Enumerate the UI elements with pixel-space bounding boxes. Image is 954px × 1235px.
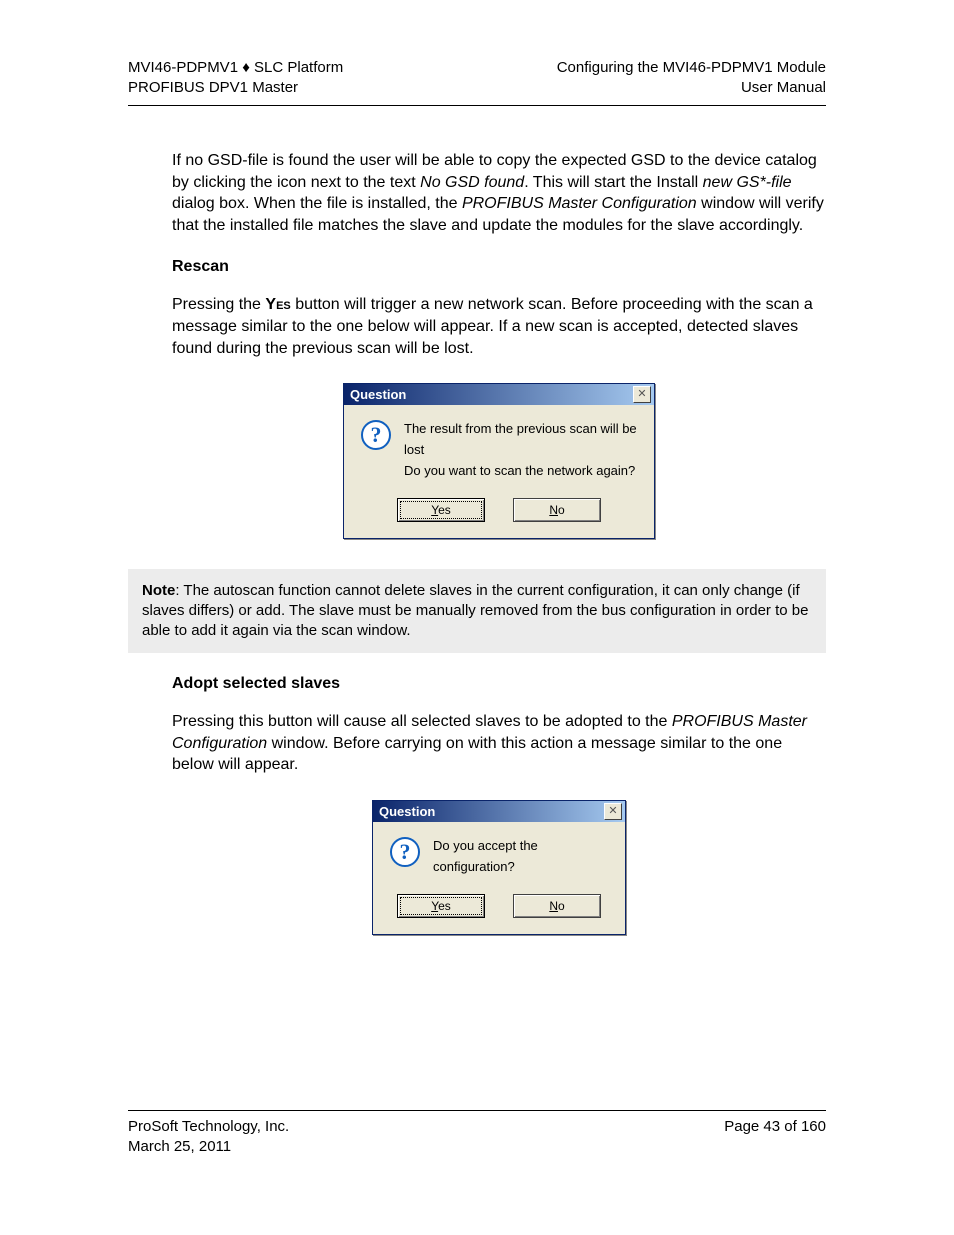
page-footer: ProSoft Technology, Inc. March 25, 2011 … [128,1110,826,1158]
no-button[interactable]: No [513,894,601,918]
footer-left: ProSoft Technology, Inc. March 25, 2011 [128,1117,289,1158]
dialog2-buttons: Yes No [373,888,625,934]
dialog1-body: ? The result from the previous scan will… [344,405,654,491]
dialog2-message: Do you accept the configuration? [433,836,609,878]
close-icon[interactable]: ✕ [604,803,622,820]
footer-company: ProSoft Technology, Inc. [128,1117,289,1137]
dialog2-no-mn: N [549,899,558,913]
adopt-t1: Pressing this button will cause all sele… [172,713,672,730]
dialog2-wrap: Question ✕ ? Do you accept the configura… [172,800,826,935]
note-label: Note [142,582,175,599]
header-left-line2: PROFIBUS DPV1 Master [128,78,343,98]
dialog1-yes-rest: es [438,503,451,517]
dialog1-title: Question [350,387,406,402]
svg-text:?: ? [400,839,411,864]
question-icon: ? [360,419,392,451]
footer-row: ProSoft Technology, Inc. March 25, 2011 … [128,1117,826,1158]
para1-t2: . This will start the Install [524,174,702,191]
header-left-line1a: MVI46-PDPMV1 [128,59,242,76]
note-text: : The autoscan function cannot delete sl… [142,582,808,640]
rescan-yes-ref: Yes [265,296,290,313]
dialog1-buttons: Yes No [344,492,654,538]
header-left-line1b: SLC Platform [250,59,343,76]
header-left: MVI46-PDPMV1 ♦ SLC Platform PROFIBUS DPV… [128,58,343,97]
adopt-heading: Adopt selected slaves [172,675,826,693]
para1-i3: PROFIBUS Master Configuration [462,195,697,212]
dialog2-title: Question [379,804,435,819]
note-box: Note: The autoscan function cannot delet… [128,569,826,654]
dialog1-message: The result from the previous scan will b… [404,419,638,481]
yes-button[interactable]: Yes [397,498,485,522]
footer-rule [128,1110,826,1111]
rescan-t1: Pressing the [172,296,265,313]
dialog1-no-mn: N [549,503,558,517]
rescan-heading: Rescan [172,258,826,276]
dialog2-no-rest: o [558,899,565,913]
close-icon[interactable]: ✕ [633,386,651,403]
footer-page: Page 43 of 160 [724,1117,826,1158]
para1-i2: new GS*-file [703,174,792,191]
page-body: If no GSD-file is found the user will be… [128,106,826,935]
header-right: Configuring the MVI46-PDPMV1 Module User… [557,58,826,97]
dialog2-titlebar: Question ✕ [373,801,625,822]
intro-paragraph: If no GSD-file is found the user will be… [172,150,826,236]
header-right-line1: Configuring the MVI46-PDPMV1 Module [557,58,826,78]
dialog1-titlebar: Question ✕ [344,384,654,405]
dialog1-wrap: Question ✕ ? The result from the previou… [172,383,826,538]
question-dialog-1: Question ✕ ? The result from the previou… [343,383,655,538]
dialog1-no-rest: o [558,503,565,517]
para1-t3: dialog box. When the file is installed, … [172,195,462,212]
question-dialog-2: Question ✕ ? Do you accept the configura… [372,800,626,935]
dialog2-body: ? Do you accept the configuration? [373,822,625,888]
page-header: MVI46-PDPMV1 ♦ SLC Platform PROFIBUS DPV… [128,58,826,97]
dialog2-yes-rest: es [438,899,451,913]
yes-button[interactable]: Yes [397,894,485,918]
header-left-line1: MVI46-PDPMV1 ♦ SLC Platform [128,58,343,78]
no-button[interactable]: No [513,498,601,522]
adopt-paragraph: Pressing this button will cause all sele… [172,711,826,776]
document-page: MVI46-PDPMV1 ♦ SLC Platform PROFIBUS DPV… [0,0,954,1235]
footer-date: March 25, 2011 [128,1137,289,1157]
para1-i1: No GSD found [420,174,524,191]
svg-text:?: ? [371,422,382,447]
rescan-paragraph: Pressing the Yes button will trigger a n… [172,294,826,359]
question-icon: ? [389,836,421,868]
header-right-line2: User Manual [557,78,826,98]
